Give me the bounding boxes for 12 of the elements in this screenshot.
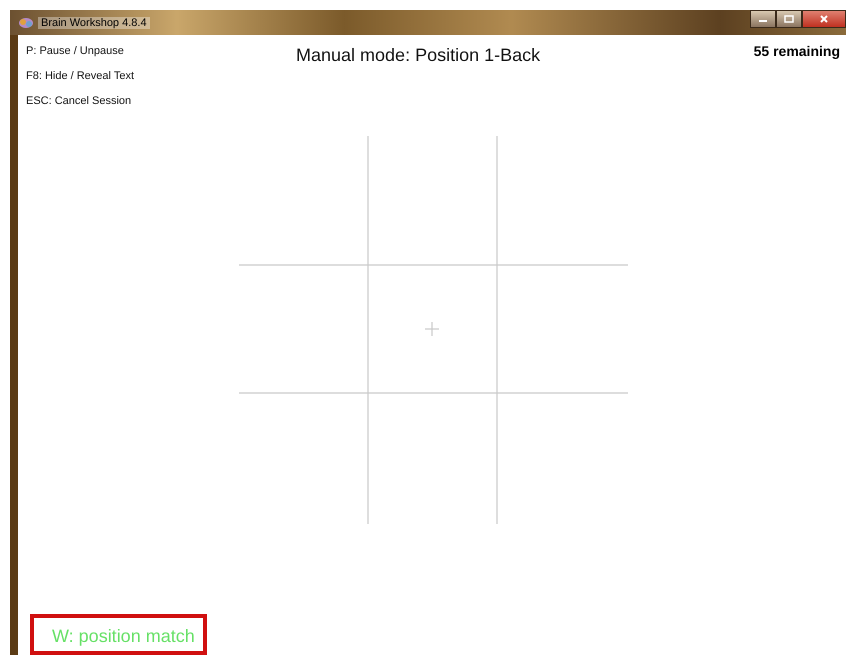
shortcut-hint: F8: Hide / Reveal Text xyxy=(26,70,136,82)
shortcut-hint: ESC: Cancel Session xyxy=(26,95,132,107)
match-key-label: W: position match xyxy=(30,614,207,655)
shortcut-hint: P: Pause / Unpause xyxy=(26,45,125,57)
maximize-icon xyxy=(784,15,794,23)
mode-title: Manual mode: Position 1-Back xyxy=(296,45,540,66)
minimize-button[interactable] xyxy=(750,10,776,28)
window-title: Brain Workshop 4.8.4 xyxy=(38,16,150,28)
close-icon xyxy=(819,15,829,23)
maximize-button[interactable] xyxy=(776,10,802,28)
trials-remaining: 55 remaining xyxy=(754,43,840,59)
close-button[interactable] xyxy=(802,10,846,28)
